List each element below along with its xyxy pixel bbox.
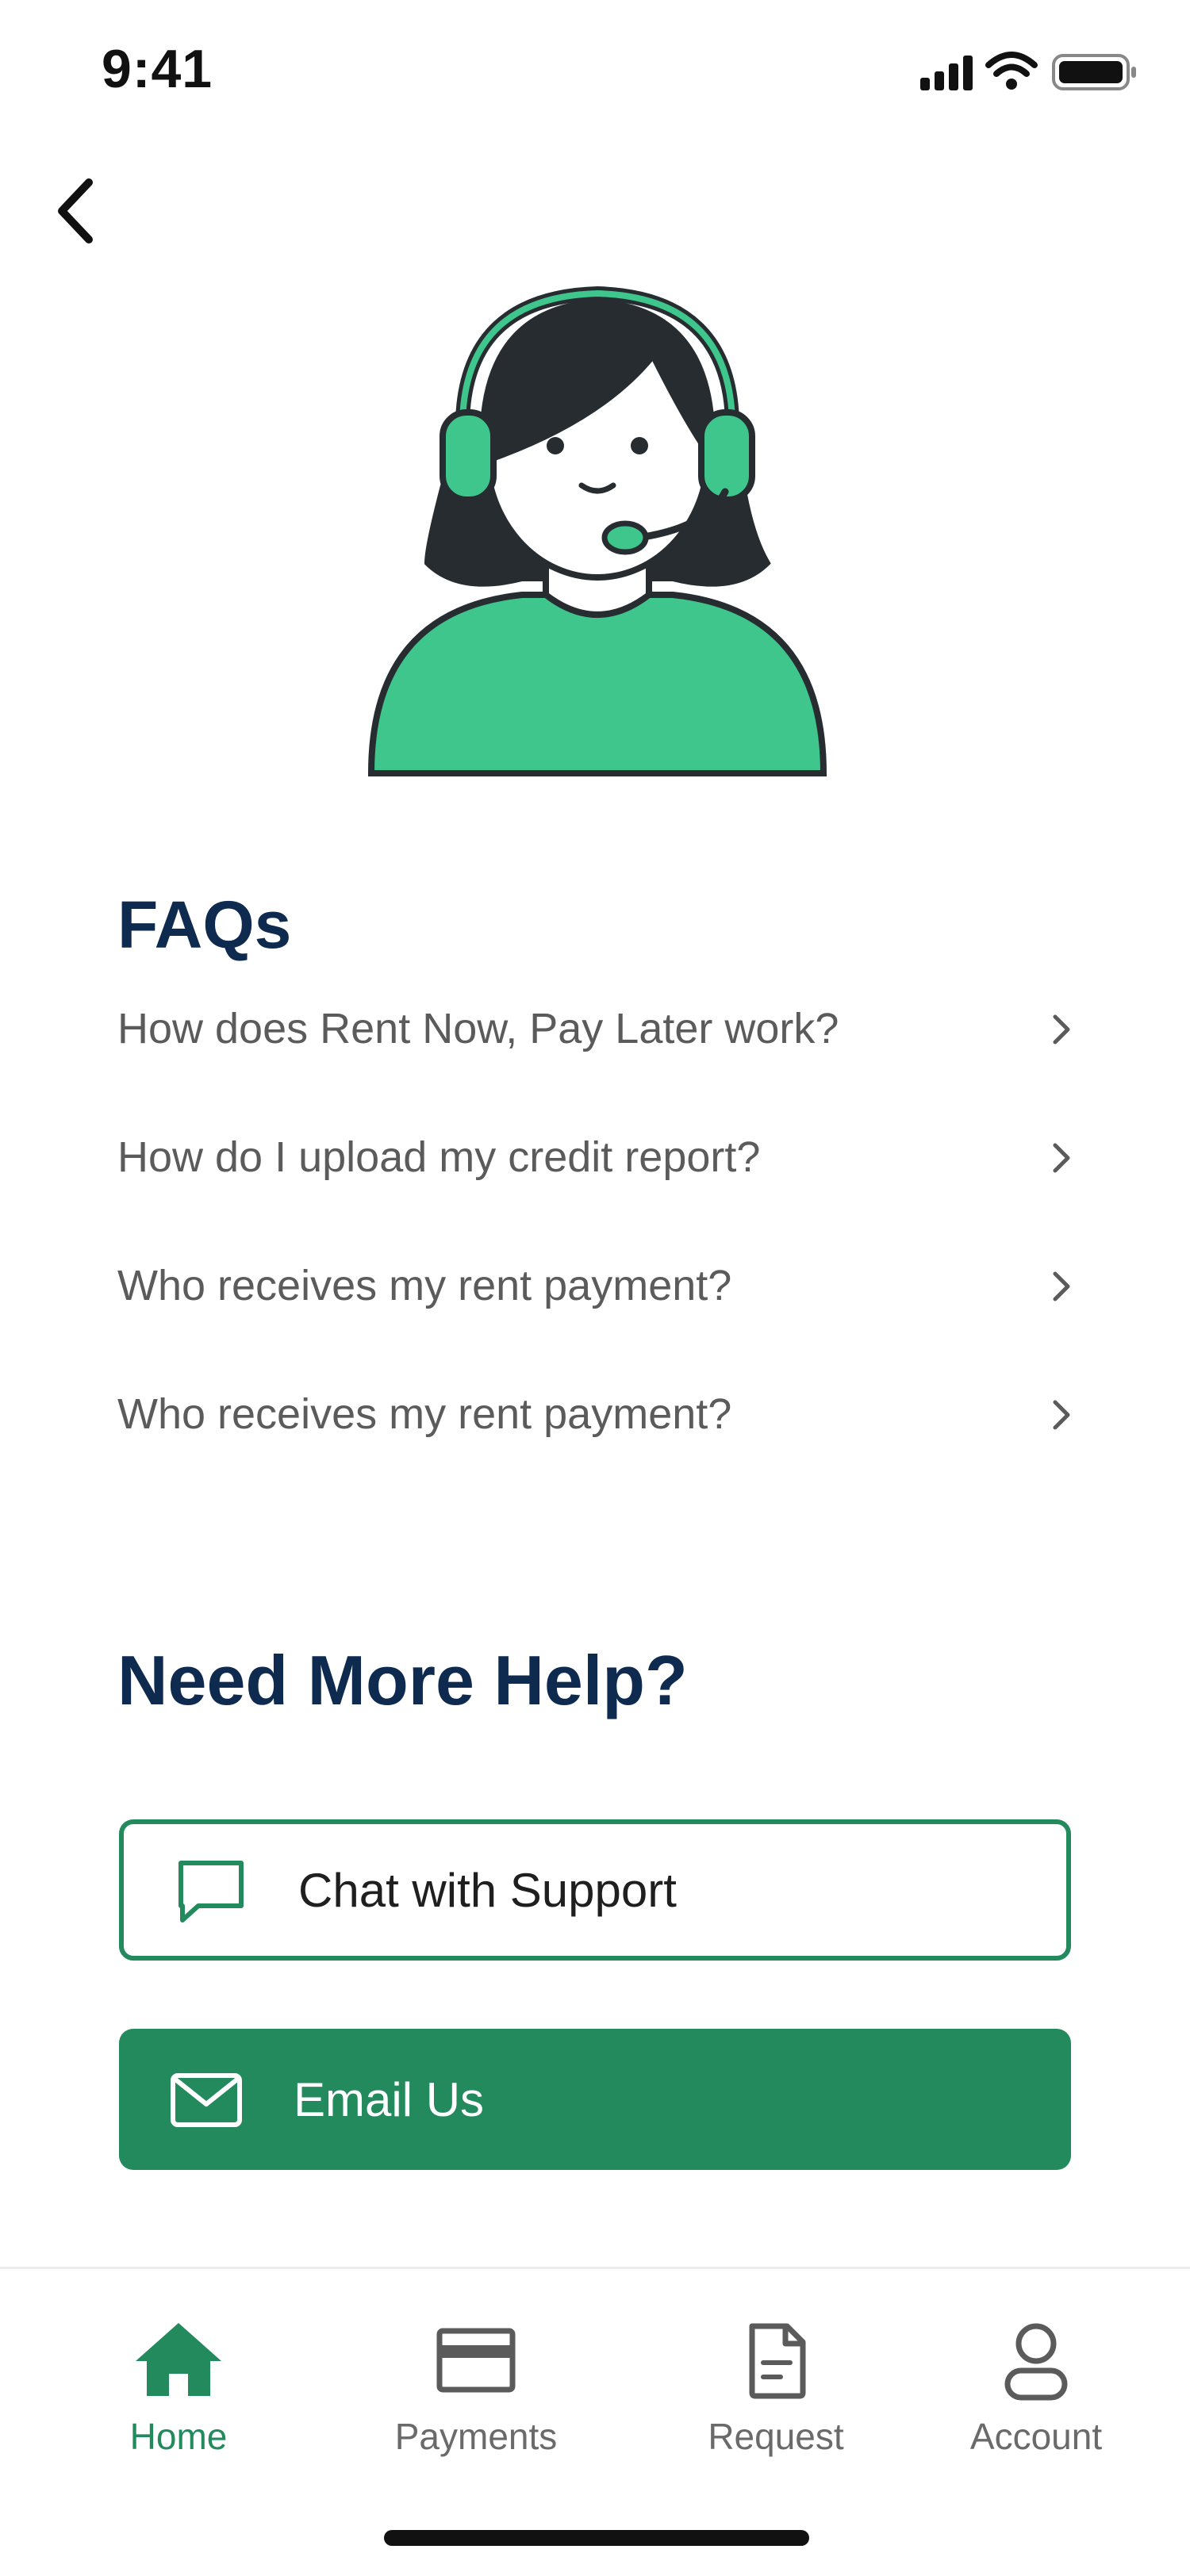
- tab-label-payments: Payments: [394, 2416, 558, 2457]
- home-icon: [136, 2323, 221, 2396]
- tab-home[interactable]: Home: [67, 2317, 290, 2475]
- faq-question: Who receives my rent payment?: [117, 1262, 732, 1309]
- chevron-right-icon: [1053, 1014, 1070, 1045]
- faq-title: FAQs: [117, 887, 292, 962]
- chevron-left-icon: [58, 178, 93, 243]
- chevron-right-icon: [1053, 1271, 1070, 1301]
- faq-question: Who receives my rent payment?: [117, 1390, 732, 1438]
- document-icon: [749, 2323, 806, 2399]
- faq-item[interactable]: How do I upload my credit report?: [117, 1129, 1077, 1258]
- email-button-label: Email Us: [294, 2072, 485, 2126]
- faq-item[interactable]: How does Rent Now, Pay Later work?: [117, 1001, 1077, 1129]
- faq-item[interactable]: Who receives my rent payment?: [117, 1386, 1077, 1515]
- envelope-icon: [171, 2073, 242, 2127]
- help-title: Need More Help?: [117, 1641, 688, 1719]
- signal-wifi-battery-icon: [920, 52, 1136, 90]
- tab-label-home: Home: [129, 2416, 228, 2457]
- help-screen: 9:41 FAQs How does Rent Now, Pay Later w…: [0, 0, 1190, 2576]
- tab-label-account: Account: [969, 2416, 1103, 2457]
- tab-label-request: Request: [708, 2416, 844, 2457]
- tab-request[interactable]: Request: [665, 2317, 887, 2475]
- status-time: 9:41: [102, 39, 213, 99]
- status-icons: [920, 49, 1142, 97]
- support-agent-illustration: [363, 262, 831, 785]
- faq-question: How does Rent Now, Pay Later work?: [117, 1005, 839, 1052]
- chat-button-label: Chat with Support: [298, 1863, 677, 1917]
- faq-question: How do I upload my credit report?: [117, 1133, 761, 1181]
- chevron-right-icon: [1053, 1400, 1070, 1430]
- back-button[interactable]: [41, 167, 121, 254]
- chevron-right-icon: [1053, 1143, 1070, 1173]
- faq-item[interactable]: Who receives my rent payment?: [117, 1258, 1077, 1386]
- home-indicator: [384, 2530, 809, 2546]
- email-us-button[interactable]: Email Us: [119, 2029, 1071, 2170]
- faq-list: How does Rent Now, Pay Later work? How d…: [117, 1001, 1077, 1515]
- tab-payments[interactable]: Payments: [365, 2317, 587, 2475]
- chat-bubble-icon: [178, 1861, 244, 1922]
- chat-with-support-button[interactable]: Chat with Support: [119, 1819, 1071, 1961]
- tab-account[interactable]: Account: [925, 2317, 1147, 2475]
- person-icon: [1004, 2323, 1068, 2401]
- credit-card-icon: [436, 2328, 516, 2393]
